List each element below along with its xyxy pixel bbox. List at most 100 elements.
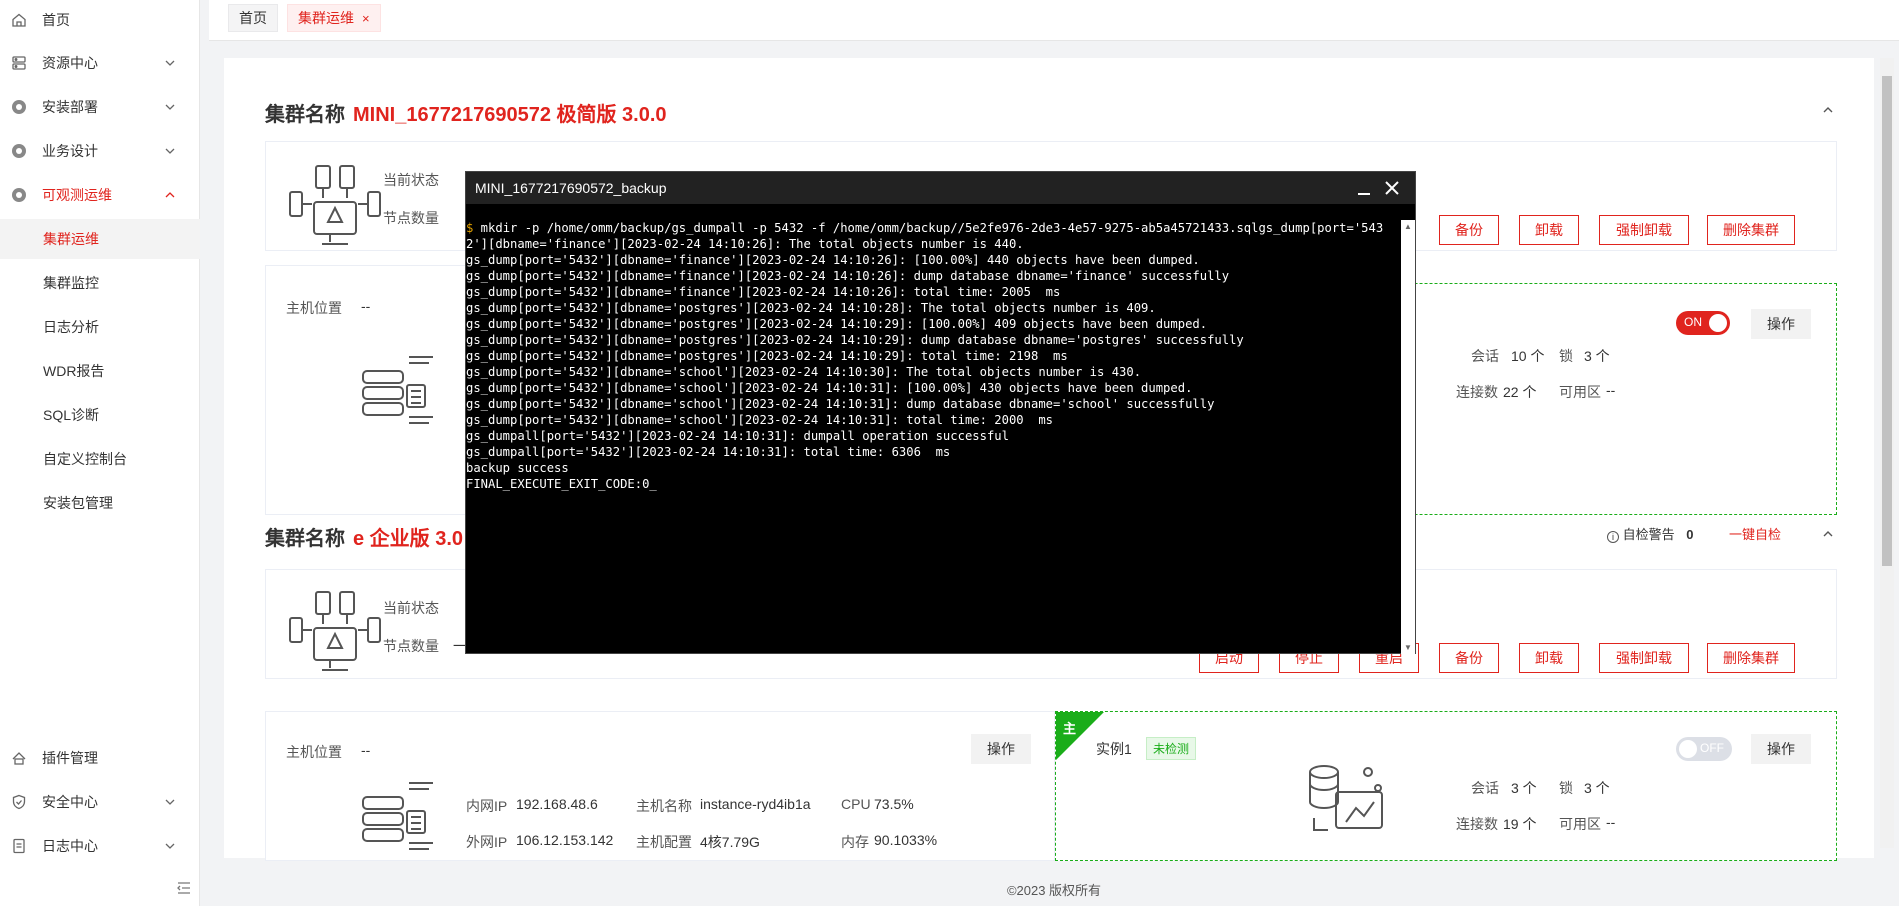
tab-cluster-ops[interactable]: 集群运维 ×: [287, 4, 381, 32]
terminal-line: gs_dump[port='5432'][dbname='school'][20…: [466, 365, 1142, 379]
sub-cluster-monitor[interactable]: 集群监控: [0, 263, 200, 303]
host-config-value: 4核7.79G: [700, 834, 760, 850]
cluster2-conn-label: 连接数: [1456, 816, 1498, 832]
nav-log-center[interactable]: 日志中心: [0, 826, 200, 866]
terminal-output[interactable]: $ mkdir -p /home/omm/backup/gs_dumpall -…: [466, 220, 1401, 650]
terminal-scrollbar[interactable]: ▲ ▼: [1401, 220, 1415, 654]
terminal-line: gs_dump[port='5432'][dbname='school'][20…: [466, 397, 1215, 411]
extranet-ip-value: 106.12.153.142: [516, 832, 614, 848]
cluster2-uninstall-button[interactable]: 卸载: [1519, 643, 1579, 673]
cluster1-session-label: 会话: [1471, 348, 1499, 364]
terminal-line: gs_dump[port='5432'][dbname='school'][20…: [466, 413, 1053, 427]
cluster2-host-op-button[interactable]: 操作: [971, 734, 1031, 764]
terminal-dialog: MINI_1677217690572_backup $ mkdir -p /ho…: [465, 171, 1416, 654]
scroll-down-icon[interactable]: ▼: [1404, 643, 1412, 652]
host-config-label: 主机配置: [636, 834, 692, 850]
chevron-down-icon: [162, 838, 178, 854]
cluster2-host-value: --: [361, 742, 371, 758]
document-icon: [10, 837, 28, 855]
chevron-up-icon: [162, 187, 178, 203]
nav-home[interactable]: 首页: [0, 0, 200, 40]
nav-observability-ops[interactable]: 可观测运维: [0, 175, 200, 215]
cluster2-host-panel: 主机位置 -- 操作 内网IP 192.168.48.6 主机名称 instan…: [265, 711, 1055, 861]
cluster2-instance-toggle[interactable]: OFF: [1676, 737, 1732, 761]
minimize-icon[interactable]: [1355, 178, 1373, 198]
nav-resource-center[interactable]: 资源中心: [0, 43, 200, 83]
terminal-line: backup success: [466, 461, 569, 475]
sub-cluster-ops[interactable]: 集群运维: [0, 219, 200, 259]
terminal-line: FINAL_EXECUTE_EXIT_CODE:0_: [466, 477, 657, 491]
database-analysis-icon: [1306, 762, 1386, 841]
cluster2-lock-value: 3 个: [1584, 780, 1610, 796]
nav-security-center[interactable]: 安全中心: [0, 782, 200, 822]
cluster1-title: 集群名称 MINI_1677217690572 极简版 3.0.0: [265, 98, 667, 127]
cluster1-uninstall-button[interactable]: 卸载: [1519, 215, 1579, 245]
cluster1-force-uninstall-button[interactable]: 强制卸载: [1599, 215, 1689, 245]
cluster1-zone-value: --: [1606, 382, 1616, 398]
intranet-ip-value: 192.168.48.6: [516, 796, 598, 812]
cluster2-delete-cluster-button[interactable]: 删除集群: [1707, 643, 1795, 673]
scrollbar-thumb[interactable]: [1882, 76, 1892, 566]
cluster2-force-uninstall-button[interactable]: 强制卸载: [1599, 643, 1689, 673]
cluster1-lock-value: 3 个: [1584, 348, 1610, 364]
one-click-self-check-button[interactable]: 一键自检: [1729, 524, 1781, 543]
collapse-cluster2-icon[interactable]: [1820, 526, 1836, 542]
self-check-label: 自检警告: [1622, 527, 1675, 542]
instance-status-badge: 未检测: [1146, 737, 1197, 760]
cluster2-node-label: 节点数量: [383, 638, 439, 654]
cluster2-instance-op-button[interactable]: 操作: [1751, 734, 1811, 764]
tabs-bar: 首页 集群运维 ×: [209, 0, 1899, 41]
cluster2-conn-value: 19 个: [1503, 816, 1537, 832]
sub-package-management[interactable]: 安装包管理: [0, 483, 200, 523]
close-icon[interactable]: [1383, 179, 1401, 197]
nav-business-design[interactable]: 业务设计: [0, 131, 200, 171]
cluster2-zone-label: 可用区: [1559, 816, 1601, 832]
sub-wdr-report[interactable]: WDR报告: [0, 351, 200, 391]
tab-cluster-ops-label: 集群运维: [298, 10, 354, 26]
chevron-down-icon: [162, 143, 178, 159]
cluster1-delete-cluster-button[interactable]: 删除集群: [1707, 215, 1795, 245]
cluster2-host-label: 主机位置: [286, 744, 342, 760]
cluster2-status-label: 当前状态: [383, 600, 439, 616]
nav-plugin-management[interactable]: 插件管理: [0, 738, 200, 778]
nav-resource-center-label: 资源中心: [42, 55, 98, 71]
home-icon: [10, 11, 28, 29]
instance-name: 实例1: [1096, 741, 1132, 757]
nav-log-center-label: 日志中心: [42, 838, 98, 854]
cluster2-backup-button[interactable]: 备份: [1439, 643, 1499, 673]
chevron-down-icon: [162, 55, 178, 71]
nav-observability-ops-label: 可观测运维: [42, 187, 112, 203]
cluster1-instance-toggle[interactable]: ON: [1676, 311, 1730, 335]
self-check-count: 0: [1686, 527, 1694, 542]
terminal-line: gs_dump[port='5432'][dbname='school'][20…: [466, 381, 1193, 395]
cluster2-title-value: e 企业版 3.0: [353, 528, 464, 550]
terminal-line: gs_dump[port='5432'][dbname='finance'][2…: [466, 285, 1061, 299]
terminal-line: gs_dumpall[port='5432'][2023-02-24 14:10…: [466, 429, 1009, 443]
sub-sql-diagnosis[interactable]: SQL诊断: [0, 395, 200, 435]
sub-log-analysis[interactable]: 日志分析: [0, 307, 200, 347]
primary-corner-text: 主: [1063, 721, 1077, 736]
terminal-line: gs_dump[port='5432'][dbname='finance'][2…: [466, 253, 1200, 267]
cluster1-backup-button[interactable]: 备份: [1439, 215, 1499, 245]
collapse-cluster1-icon[interactable]: [1820, 102, 1836, 118]
cluster1-session-value: 10 个: [1511, 348, 1545, 364]
nav-install-deploy[interactable]: 安装部署: [0, 87, 200, 127]
cluster1-toggle-text: ON: [1684, 315, 1702, 329]
cluster1-instance-op-button[interactable]: 操作: [1751, 309, 1811, 339]
hostname-value: instance-ryd4ib1a: [700, 796, 811, 812]
toggle-knob: [1709, 314, 1727, 332]
collapse-sidebar-icon[interactable]: [176, 880, 192, 896]
terminal-line: gs_dumpall[port='5432'][2023-02-24 14:10…: [466, 445, 951, 459]
terminal-title: MINI_1677217690572_backup: [475, 180, 667, 196]
page-scrollbar[interactable]: [1880, 58, 1894, 848]
sub-custom-console[interactable]: 自定义控制台: [0, 439, 200, 479]
cluster2-title-label: 集群名称: [265, 528, 345, 550]
close-icon[interactable]: ×: [362, 11, 370, 26]
cluster2-lock-label: 锁: [1559, 780, 1573, 796]
extranet-ip-label: 外网IP: [466, 834, 508, 850]
scroll-up-icon[interactable]: ▲: [1404, 222, 1412, 231]
nav-security-center-label: 安全中心: [42, 794, 98, 810]
info-icon: i: [1607, 531, 1619, 543]
tab-home[interactable]: 首页: [228, 4, 278, 32]
cpu-value: 73.5%: [874, 796, 914, 812]
